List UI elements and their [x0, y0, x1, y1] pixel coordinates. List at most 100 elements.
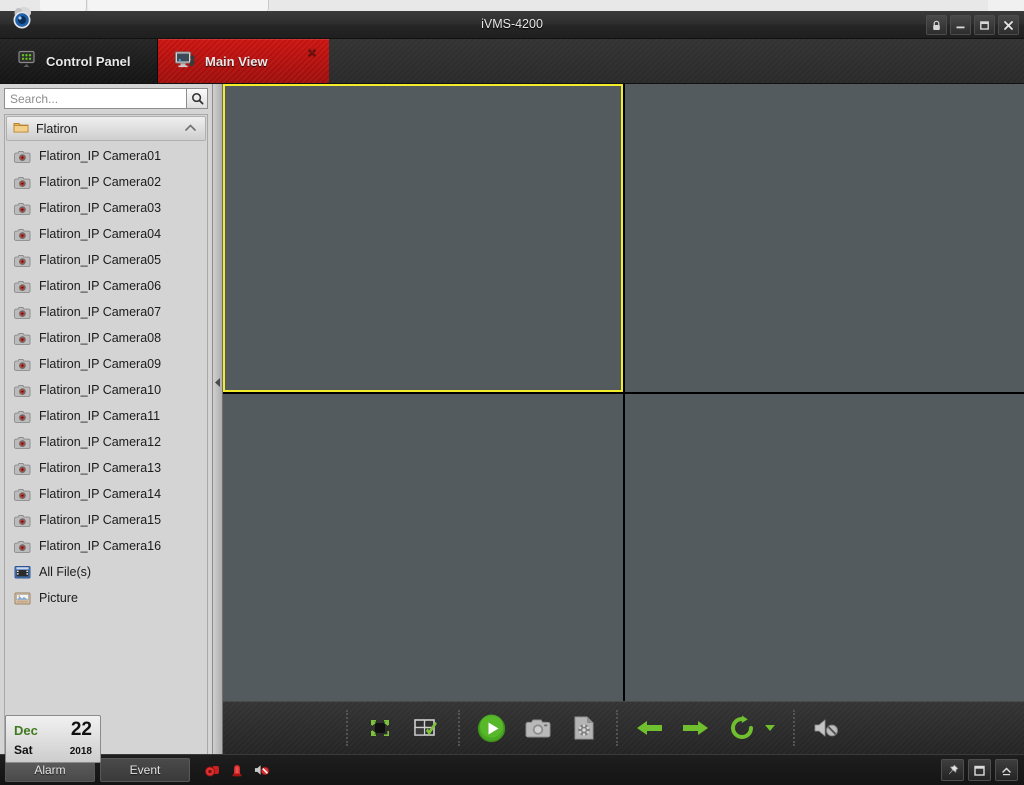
- window-icon: [974, 765, 985, 776]
- video-pane[interactable]: [624, 393, 1024, 701]
- record-button[interactable]: [569, 713, 599, 743]
- restore-panel-button[interactable]: [968, 759, 991, 781]
- tree-item-label: Flatiron_IP Camera16: [39, 539, 162, 553]
- tree-item[interactable]: Flatiron_IP Camera02: [5, 169, 207, 195]
- auto-switch-button[interactable]: [727, 713, 757, 743]
- status-bar: Dec 22 Sat 2018 Alarm Event: [0, 715, 1024, 785]
- arrow-right-icon: [683, 721, 709, 735]
- tab-close-button[interactable]: ×: [305, 45, 319, 60]
- tree-item[interactable]: Flatiron_IP Camera13: [5, 455, 207, 481]
- control-panel-icon: [16, 49, 37, 73]
- close-icon: [1004, 20, 1013, 30]
- toolbar-group-capture: [460, 710, 616, 746]
- capture-button[interactable]: [523, 713, 553, 743]
- tree-item[interactable]: Flatiron_IP Camera07: [5, 299, 207, 325]
- video-pane[interactable]: [624, 84, 1024, 392]
- tree-item[interactable]: Flatiron_IP Camera12: [5, 429, 207, 455]
- speaker-mute-icon: [814, 719, 838, 737]
- lock-icon: [933, 20, 940, 30]
- next-page-button[interactable]: [681, 713, 711, 743]
- monitor-icon: [174, 50, 196, 73]
- tab-control-panel[interactable]: Control Panel: [0, 39, 158, 83]
- tree-item-label: Flatiron_IP Camera04: [39, 227, 162, 241]
- camera-icon: [14, 200, 31, 217]
- tree-item[interactable]: Flatiron_IP Camera10: [5, 377, 207, 403]
- collapse-panel-button[interactable]: [995, 759, 1018, 781]
- tree-item-label: Flatiron_IP Camera07: [39, 305, 162, 319]
- collapse-left-icon: [214, 378, 220, 387]
- full-screen-icon: [370, 720, 389, 736]
- tab-bar: Control Panel Main View ×: [0, 39, 1024, 84]
- sidebar-splitter[interactable]: [213, 84, 223, 754]
- camera-icon: [14, 330, 31, 347]
- tree-group-flatiron[interactable]: Flatiron: [6, 116, 206, 141]
- tree-item-label: Flatiron_IP Camera03: [39, 201, 162, 215]
- tree-item-label: Flatiron_IP Camera08: [39, 331, 162, 345]
- tree-item[interactable]: Flatiron_IP Camera09: [5, 351, 207, 377]
- event-tab-button[interactable]: Event: [100, 758, 190, 782]
- minimize-icon: [956, 26, 965, 28]
- chevron-up-icon[interactable]: [183, 121, 198, 138]
- camera-icon: [14, 408, 31, 425]
- previous-page-button[interactable]: [635, 713, 665, 743]
- search-button[interactable]: [186, 88, 208, 109]
- video-pane[interactable]: [223, 84, 623, 392]
- tree-item-list: Flatiron_IP Camera01 Flatiron_IP Camera02…: [5, 143, 207, 611]
- device-sidebar: Flatiron Flatiron_IP Camera01Flatiron_IP…: [0, 84, 213, 754]
- maximize-icon: [980, 20, 989, 30]
- picture-icon: [14, 590, 31, 607]
- audio-off-icon[interactable]: [254, 762, 270, 778]
- toolbar-separator: [792, 710, 795, 746]
- device-tree[interactable]: Flatiron Flatiron_IP Camera01 Flatiron_IP…: [4, 114, 208, 754]
- tree-group-label: Flatiron: [36, 121, 78, 136]
- tree-item[interactable]: Flatiron_IP Camera14: [5, 481, 207, 507]
- video-file-icon: [14, 564, 31, 581]
- layout-select-button[interactable]: [411, 713, 441, 743]
- tree-item[interactable]: Flatiron_IP Camera01: [5, 143, 207, 169]
- playback-toolbar: [223, 701, 1024, 754]
- tree-item-label: All File(s): [39, 565, 92, 579]
- maximize-button[interactable]: [974, 15, 995, 35]
- minimize-button[interactable]: [950, 15, 971, 35]
- tree-item[interactable]: Flatiron_IP Camera06: [5, 273, 207, 299]
- lock-button[interactable]: [926, 15, 947, 35]
- folder-icon: [13, 121, 29, 137]
- alarm-output-icon[interactable]: [204, 762, 220, 778]
- toolbar-group-layout: [348, 710, 458, 746]
- tree-item[interactable]: Flatiron_IP Camera04: [5, 221, 207, 247]
- tree-item[interactable]: All File(s): [5, 559, 207, 585]
- tab-main-view[interactable]: Main View ×: [158, 39, 329, 83]
- pin-icon: [948, 764, 959, 774]
- camera-icon: [14, 278, 31, 295]
- toolbar-group-navigation: [618, 710, 793, 746]
- mute-button[interactable]: [812, 713, 842, 743]
- tab-main-view-label: Main View: [205, 53, 268, 69]
- date-day: 22: [70, 719, 92, 740]
- tree-item-label: Flatiron_IP Camera15: [39, 513, 162, 527]
- sidebar-collapse-handle[interactable]: [214, 377, 221, 388]
- search-input[interactable]: [4, 88, 186, 109]
- tree-item[interactable]: Flatiron_IP Camera08: [5, 325, 207, 351]
- tree-item[interactable]: Picture: [5, 585, 207, 611]
- camera-icon: [14, 512, 31, 529]
- toolbar-separator: [615, 710, 618, 746]
- tree-item[interactable]: Flatiron_IP Camera11: [5, 403, 207, 429]
- tree-item[interactable]: Flatiron_IP Camera16: [5, 533, 207, 559]
- pin-button[interactable]: [941, 759, 964, 781]
- close-button[interactable]: [998, 15, 1019, 35]
- full-screen-button[interactable]: [365, 713, 395, 743]
- camera-icon: [14, 434, 31, 451]
- alarm-siren-icon[interactable]: [229, 762, 245, 778]
- play-all-button[interactable]: [477, 713, 507, 743]
- tree-item-label: Flatiron_IP Camera06: [39, 279, 162, 293]
- video-pane[interactable]: [223, 393, 623, 701]
- tree-item[interactable]: Flatiron_IP Camera03: [5, 195, 207, 221]
- tree-item-label: Flatiron_IP Camera14: [39, 487, 162, 501]
- camera-icon: [14, 304, 31, 321]
- auto-switch-dropdown[interactable]: [764, 713, 776, 743]
- ivms-main-window: iVMS-4200 Control Panel Main View × Sear…: [0, 7, 1024, 785]
- camera-icon: [14, 538, 31, 555]
- tree-item[interactable]: Flatiron_IP Camera15: [5, 507, 207, 533]
- tree-item[interactable]: Flatiron_IP Camera05: [5, 247, 207, 273]
- camera-icon: [14, 252, 31, 269]
